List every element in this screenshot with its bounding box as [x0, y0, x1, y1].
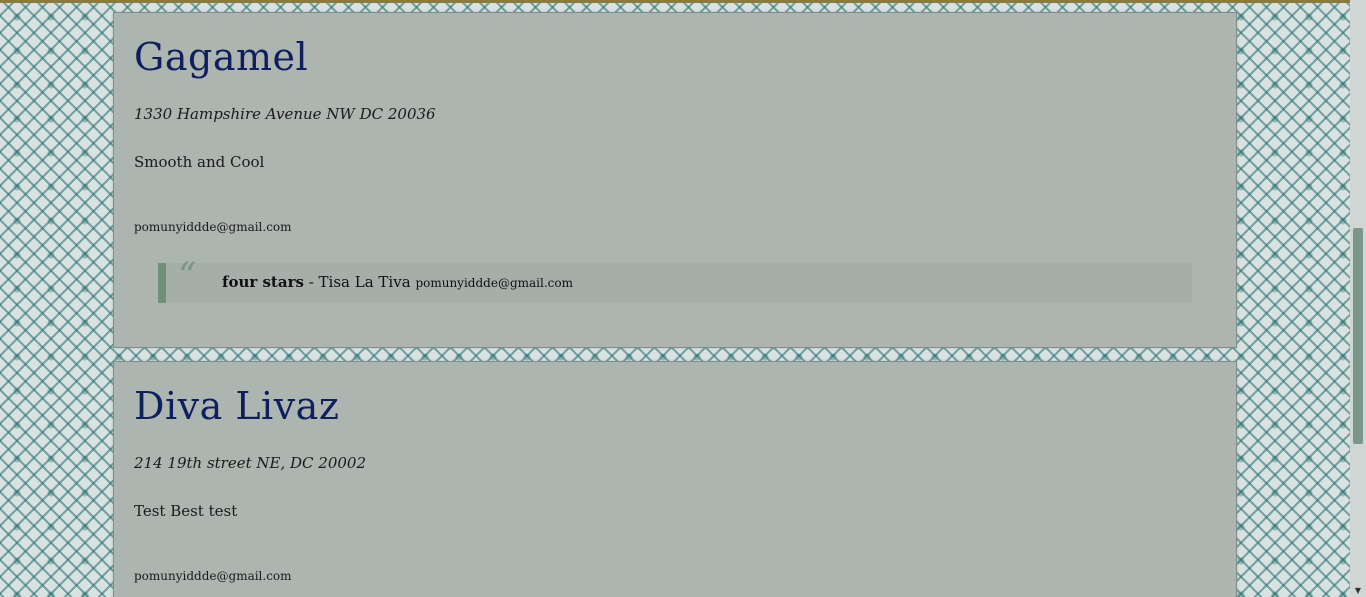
restaurant-address: 1330 Hampshire Avenue NW DC 20036	[134, 105, 436, 123]
restaurant-name: Diva Livaz	[134, 384, 340, 428]
review-rating: four stars	[222, 273, 304, 291]
reviewer-email: pomunyiddde@gmail.com	[415, 276, 573, 290]
restaurant-card: Gagamel 1330 Hampshire Avenue NW DC 2003…	[113, 12, 1237, 348]
restaurant-address: 214 19th street NE, DC 20002	[134, 454, 366, 472]
quote-icon: “	[178, 256, 197, 297]
scrollbar-thumb[interactable]	[1353, 228, 1363, 444]
review-separator: -	[303, 273, 319, 291]
reviewer-name: Tisa La Tiva	[318, 273, 411, 291]
restaurant-name: Gagamel	[134, 35, 309, 79]
restaurant-email: pomunyiddde@gmail.com	[134, 220, 292, 234]
review-text: four stars - Tisa La Tiva pomunyiddde@gm…	[222, 273, 573, 291]
restaurant-card: Diva Livaz 214 19th street NE, DC 20002 …	[113, 361, 1237, 597]
restaurant-description: Test Best test	[134, 502, 238, 520]
restaurant-email: pomunyiddde@gmail.com	[134, 569, 292, 583]
top-border-strip	[0, 0, 1350, 3]
review-blockquote: “ four stars - Tisa La Tiva pomunyiddde@…	[158, 259, 1192, 303]
vertical-scrollbar[interactable]: ▼	[1350, 0, 1366, 597]
restaurant-description: Smooth and Cool	[134, 153, 265, 171]
scroll-down-arrow-icon[interactable]: ▼	[1350, 586, 1366, 595]
